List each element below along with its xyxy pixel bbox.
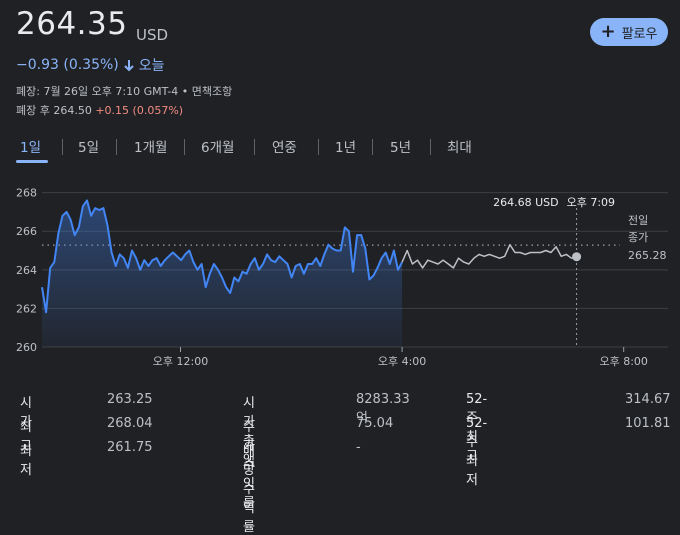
stat-value: 261.75: [107, 440, 153, 455]
tab-divider: [372, 139, 373, 155]
tab-1m[interactable]: 1개월: [134, 136, 167, 156]
tab-divider: [430, 139, 431, 155]
stat-label: 최저: [20, 444, 32, 478]
y-tick-label: 268: [16, 187, 37, 200]
y-tick-label: 262: [16, 302, 37, 315]
previous-close-label-2: 종가: [628, 231, 648, 244]
stat-value: 101.81: [625, 416, 671, 431]
arrow-down-icon: [124, 59, 134, 71]
stat-value: 268.04: [107, 416, 153, 431]
tab-5d[interactable]: 5일: [78, 136, 99, 156]
tab-max[interactable]: 최대: [447, 136, 472, 156]
tab-divider: [116, 139, 117, 155]
after-hours-change: +0.15 (0.057%): [95, 104, 184, 117]
tab-6m[interactable]: 6개월: [201, 136, 234, 156]
hover-point: [572, 252, 582, 262]
tab-1y[interactable]: 1년: [335, 136, 356, 156]
x-axis: 오후 12:00 오후 4:00 오후 8:00: [153, 347, 648, 368]
price-change: −0.93 (0.35%) 오늘: [16, 55, 165, 75]
price-chart[interactable]: 260 262 264 266 268 오후 12:00 오후 4:00 오후 8:00 전…: [0, 168, 680, 378]
stat-value: 314.67: [625, 392, 671, 407]
after-hours-price: 폐장 후 264.50: [16, 104, 92, 117]
tab-ytd[interactable]: 연중: [272, 136, 297, 156]
follow-button-label: 팔로우: [621, 26, 658, 42]
previous-close-label-3: 265.28: [628, 249, 667, 262]
stat-value: 263.25: [107, 392, 153, 407]
active-tab-indicator: [16, 160, 48, 163]
plus-icon: +: [600, 21, 616, 42]
stat-label: 배당수익률: [243, 444, 255, 535]
tab-5y[interactable]: 5년: [390, 136, 411, 156]
after-hours-row: 폐장 후 264.50 +0.15 (0.057%): [16, 102, 183, 118]
tab-divider: [62, 139, 63, 155]
stat-label: 52-주 최저: [466, 416, 488, 488]
tab-divider: [254, 139, 255, 155]
x-tick-label: 오후 4:00: [378, 355, 426, 368]
period-label: 오늘: [138, 58, 165, 74]
price-change-value: −0.93 (0.35%): [16, 57, 119, 73]
close-meta: 폐장: 7월 26일 오후 7:10 GMT-4 • 면책조항: [16, 85, 233, 98]
regular-session-area: [42, 200, 403, 347]
y-axis: 260 262 264 266 268: [16, 187, 37, 354]
x-tick-label: 오후 8:00: [599, 355, 647, 368]
y-tick-label: 260: [16, 341, 37, 354]
extended-session-line: [401, 243, 577, 269]
tab-1d[interactable]: 1일: [20, 136, 41, 156]
tab-divider: [318, 139, 319, 155]
stat-value: 75.04: [356, 416, 394, 431]
follow-button[interactable]: + 팔로우: [590, 18, 668, 46]
previous-close-label-1: 전일: [628, 213, 648, 227]
y-tick-label: 264: [16, 264, 37, 277]
y-tick-label: 266: [16, 225, 37, 238]
stat-value: -: [356, 440, 361, 455]
stock-price: 264.35: [16, 6, 128, 42]
currency-label: USD: [136, 26, 169, 44]
tooltip-price: 264.68 USD: [493, 196, 559, 209]
x-tick-label: 오후 12:00: [153, 355, 208, 368]
tab-divider: [184, 139, 185, 155]
tooltip-time: 오후 7:09: [567, 196, 615, 209]
